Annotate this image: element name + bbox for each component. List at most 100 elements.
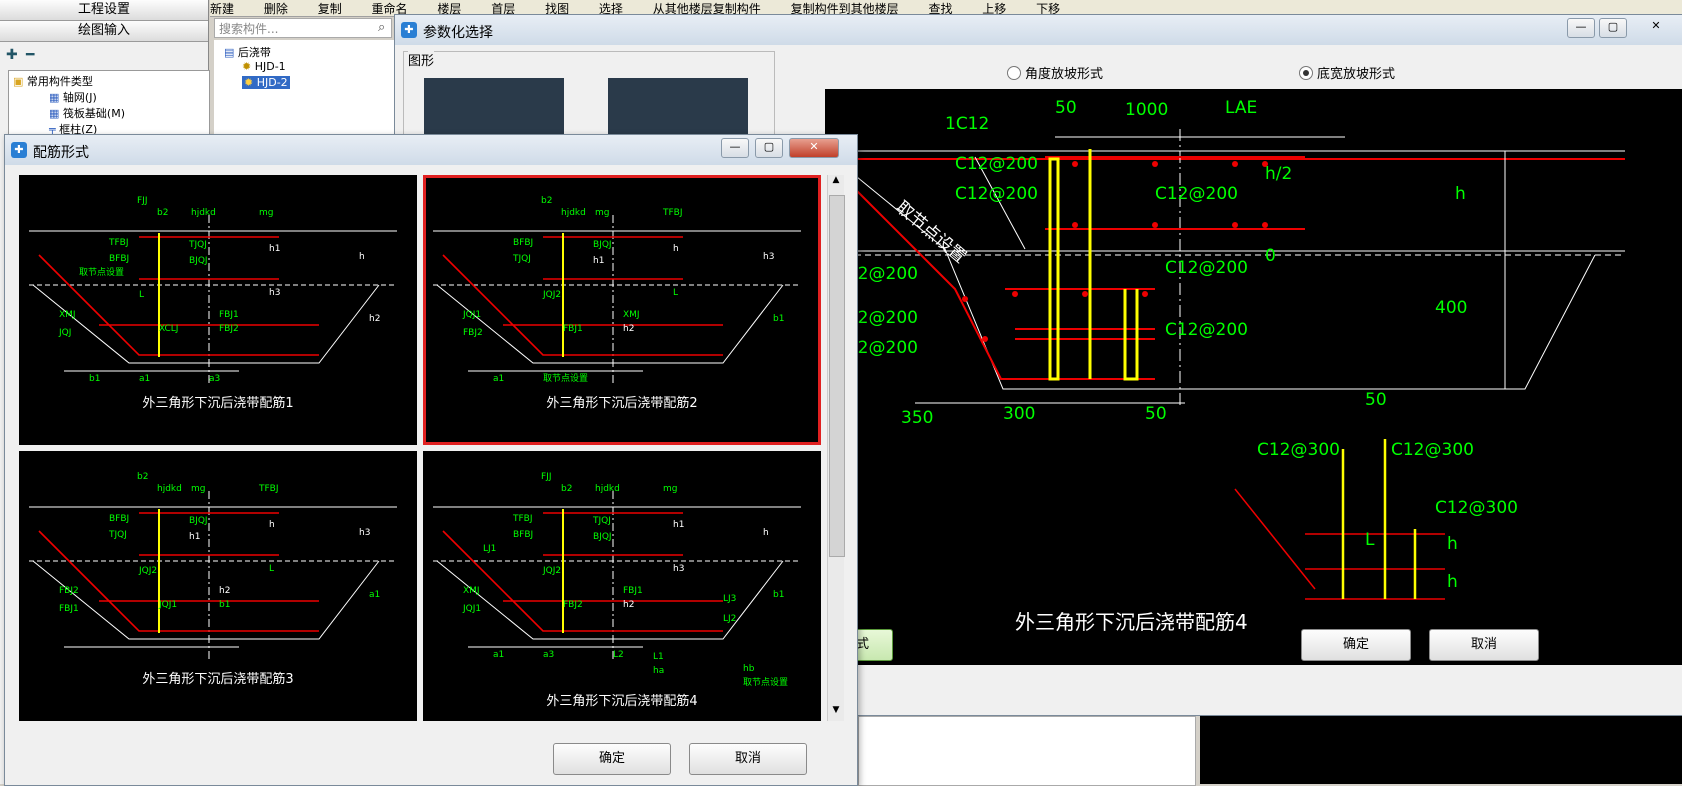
nav-drawing-input[interactable]: 绘图输入 — [0, 21, 208, 42]
form-label: a1 — [369, 590, 380, 600]
form-label: b2 — [541, 196, 552, 206]
form-label: h2 — [369, 314, 380, 324]
remove-icon[interactable]: ━ — [26, 47, 34, 63]
rebar-label: C12@200 — [1165, 320, 1248, 340]
detail-label: L — [1365, 530, 1375, 550]
reinforcement-form-dialog: ✚ 配筋形式 — ▢ ✕ FJJ b2 hjdkd mg TFBJ BFBJ TJQJ BJQ… — [4, 134, 858, 786]
form-label: JQJ1 — [462, 310, 481, 320]
form-cancel-button[interactable]: 取消 — [689, 743, 807, 775]
drawing-label: 0 — [1265, 246, 1276, 266]
form-label: TJQJ — [592, 516, 611, 526]
component-tree: ▤ 后浇带 ✹ HJD-1 ✹ HJD-2 — [214, 40, 394, 140]
toolbar-copy[interactable]: 复制 — [318, 2, 342, 16]
form-label: hjdkd — [157, 484, 182, 494]
gear-icon: ✹ — [242, 60, 252, 73]
detail-label: C12@300 — [1391, 440, 1474, 460]
tree-group-post-cast-strip[interactable]: ▤ 后浇带 — [224, 44, 271, 60]
component-item[interactable]: ✹ HJD-1 — [242, 60, 286, 73]
detail-label: h — [1447, 572, 1458, 592]
form-label: JQJ2 — [138, 566, 157, 576]
scroll-down-icon[interactable]: ▼ — [828, 705, 844, 721]
radio-width-slope[interactable]: 底宽放坡形式 — [1299, 63, 1395, 82]
drawing-label: 400 — [1435, 298, 1467, 318]
form-label: JQJ1 — [462, 604, 481, 614]
close-button[interactable]: ✕ — [1639, 18, 1673, 36]
form-label: XMJ — [623, 310, 640, 320]
maximize-button[interactable]: ▢ — [755, 138, 783, 158]
reinforcement-drawing-canvas: 1C12 50 1000 LAE h/2 h 0 400 取节点设置 350 300 50 C12@20… — [825, 89, 1682, 665]
form-ok-button[interactable]: 确定 — [553, 743, 671, 775]
dialog-titlebar[interactable]: ✚ 参数化选择 — ▢ ✕ — [395, 15, 1682, 45]
form-label: a3 — [209, 374, 220, 384]
drawing-label: 1000 — [1125, 100, 1168, 120]
drawing-label: 50 — [1145, 404, 1167, 424]
form-label: FBJ2 — [563, 600, 583, 610]
scrollbar[interactable]: ▲ ▼ — [827, 175, 845, 721]
form-option-1[interactable]: FJJ b2 hjdkd mg TFBJ BFBJ TJQJ BJQJ h1 h h3 L XMJ JQJ… — [19, 175, 417, 445]
form-label: 取节点设置 — [543, 373, 588, 384]
form-label: L — [269, 564, 274, 574]
form-label: FBJ2 — [463, 328, 483, 338]
tree-root[interactable]: ▣ 常用构件类型 — [13, 73, 93, 89]
form-label: mg — [259, 208, 273, 218]
close-button[interactable]: ✕ — [789, 138, 839, 158]
form-label: b2 — [137, 472, 148, 482]
toolbar-new[interactable]: 新建 — [210, 2, 234, 16]
rebar-label: C12@200 — [955, 154, 1038, 174]
form-label: FBJ2 — [59, 586, 79, 596]
scroll-up-icon[interactable]: ▲ — [828, 175, 844, 191]
form-label: h3 — [359, 528, 370, 538]
form-label: JQJ2 — [542, 566, 561, 576]
minimize-button[interactable]: — — [1567, 18, 1595, 38]
form-label: b1 — [219, 600, 230, 610]
nav-engineering-settings[interactable]: 工程设置 — [0, 0, 208, 21]
form-label: FBJ1 — [219, 310, 239, 320]
maximize-button[interactable]: ▢ — [1599, 18, 1627, 38]
ok-button[interactable]: 确定 — [1301, 629, 1411, 661]
form-label: h2 — [623, 600, 634, 610]
drawing-label: LAE — [1225, 98, 1257, 118]
radio-angle-slope[interactable]: 角度放坡形式 — [1007, 63, 1103, 82]
search-icon[interactable]: ⌕ — [378, 20, 385, 35]
form-label: LJ1 — [483, 544, 496, 554]
drawing-label: 50 — [1055, 98, 1077, 118]
form-label: h — [763, 528, 769, 538]
component-search-input[interactable]: 搜索构件... — [214, 18, 392, 38]
form-label: 取节点设置 — [79, 267, 124, 278]
minimize-button[interactable]: — — [721, 138, 749, 158]
form-caption: 外三角形下沉后浇带配筋3 — [142, 671, 293, 687]
form-label: hjdkd — [191, 208, 216, 218]
form-dialog-titlebar[interactable]: ✚ 配筋形式 — ▢ ✕ — [5, 135, 857, 165]
tree-item-raft[interactable]: ▦ 筏板基础(M) — [49, 105, 125, 121]
form-label: FJJ — [541, 472, 552, 482]
toolbar-delete[interactable]: 删除 — [264, 2, 288, 16]
form-dialog-title: 配筋形式 — [33, 145, 89, 161]
form-label: hb — [743, 664, 755, 674]
form-label: ha — [653, 666, 664, 676]
rebar-label: C12@200 — [1165, 258, 1248, 278]
form-label: TJQJ — [188, 240, 207, 250]
form-option-4[interactable]: FJJ b2 hjdkd mg TFBJ BFBJ TJQJ BJQJ h1 h h3 JQJ2 XMJ… — [423, 451, 821, 721]
form-label: mg — [663, 484, 677, 494]
component-item-selected[interactable]: ✹ HJD-2 — [242, 76, 290, 89]
cancel-button[interactable]: 取消 — [1429, 629, 1539, 661]
detail-label: C12@300 — [1257, 440, 1340, 460]
form-label: BJQJ — [189, 256, 208, 266]
form-label: BFBJ — [109, 514, 129, 524]
form-label: a1 — [493, 374, 504, 384]
form-label: h3 — [269, 288, 280, 298]
form-thumbnail: FJJ b2 hjdkd mg TFBJ BFBJ TJQJ BJQJ h1 h h3 JQJ2 XMJ… — [433, 472, 801, 709]
form-label: FBJ1 — [623, 586, 643, 596]
tree-item-axis[interactable]: ▦ 轴网(J) — [49, 89, 97, 105]
form-label: h3 — [763, 252, 774, 262]
form-label: b1 — [773, 314, 784, 324]
add-icon[interactable]: ✚ — [6, 47, 18, 63]
form-label: mg — [191, 484, 205, 494]
drawing-label: 300 — [1003, 404, 1035, 424]
detail-label: C12@300 — [1435, 498, 1518, 518]
scroll-thumb[interactable] — [829, 195, 845, 557]
form-label: TFBJ — [258, 484, 279, 494]
form-option-2[interactable]: b2 hjdkd mg TFBJ BFBJ TJQJ BJQJ h1 h h3 L JQJ2 JQJ1 F… — [423, 175, 821, 445]
form-option-3[interactable]: b2 hjdkd mg TFBJ BFBJ TJQJ BJQJ h1 h h3 L JQJ2 FBJ2 F… — [19, 451, 417, 721]
form-caption: 外三角形下沉后浇带配筋2 — [546, 395, 697, 411]
